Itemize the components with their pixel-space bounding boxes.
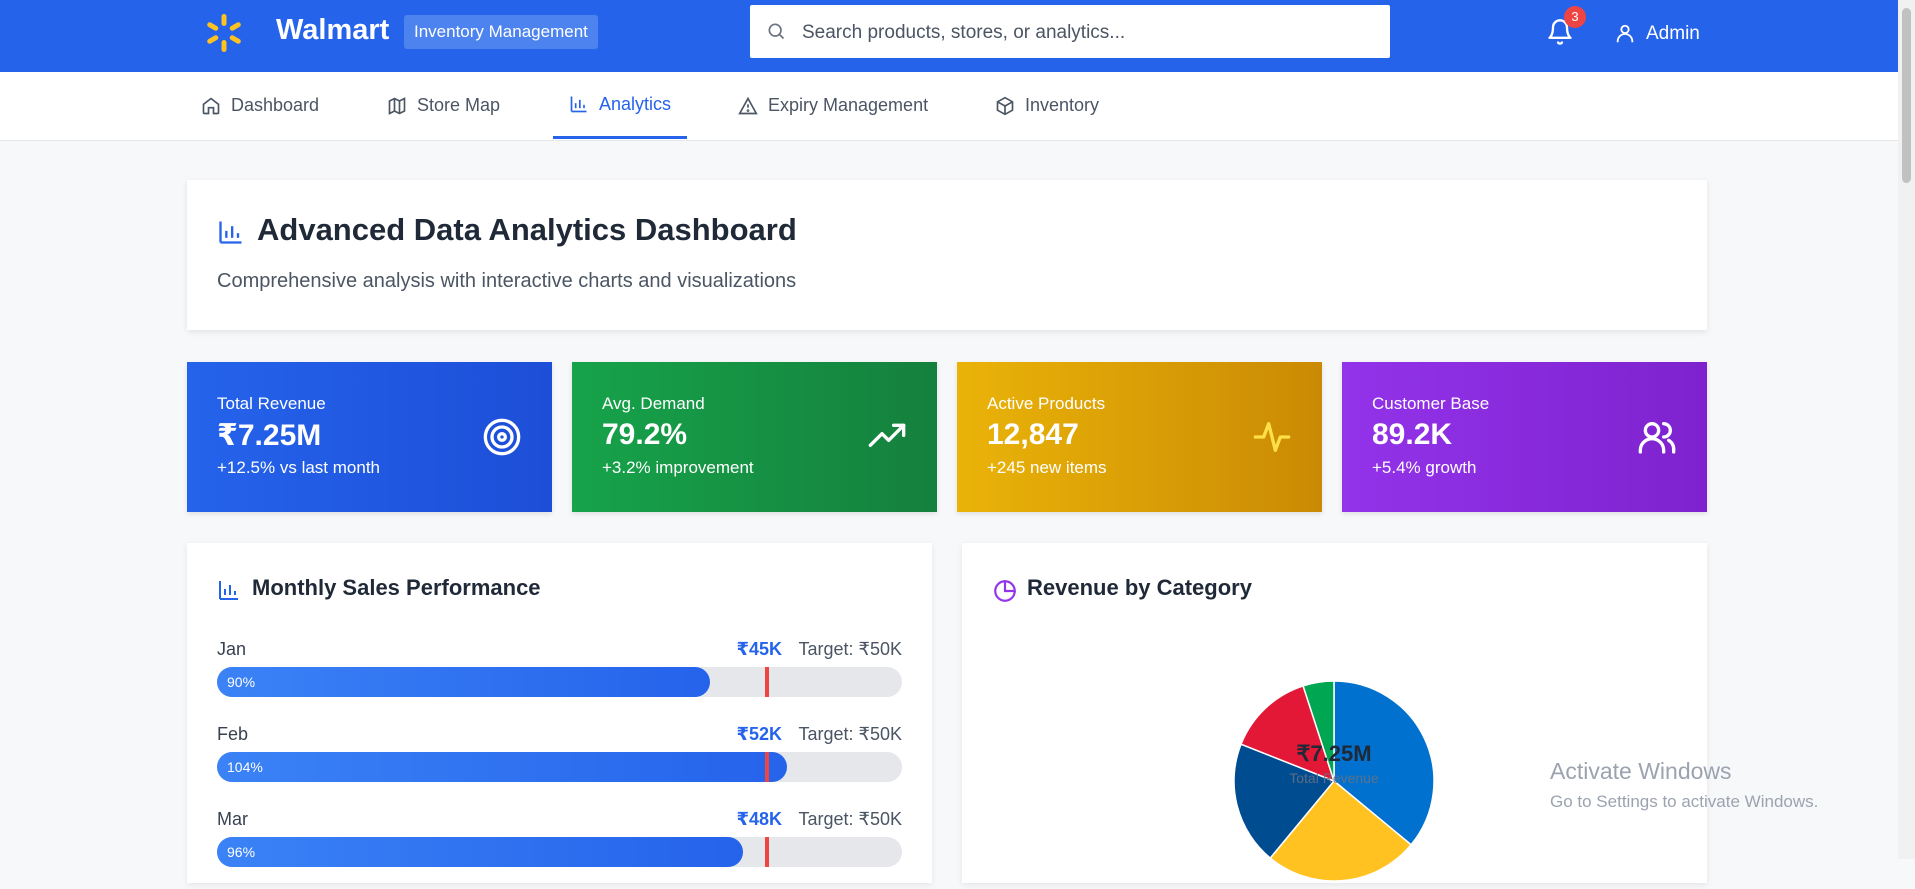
users-icon [1638,422,1676,454]
tab-expiry-management[interactable]: Expiry Management [722,72,944,139]
page-title: Advanced Data Analytics Dashboard [257,212,797,247]
tab-inventory[interactable]: Inventory [979,72,1115,139]
top-header: Walmart Inventory Management 3 Admin [0,0,1898,72]
bar-chart-icon [219,581,238,600]
progress-label: 104% [227,759,263,775]
sales-target: Target: ₹50K [798,724,902,744]
stat-change: +3.2% improvement [602,458,754,477]
search-box[interactable] [750,5,1390,60]
progress-label: 90% [227,674,256,690]
stat-change: +5.4% growth [1372,458,1477,477]
sales-amount: ₹48K [736,809,782,829]
stat-change: +12.5% vs last month [217,458,381,477]
page-scrollbar[interactable] [1898,0,1915,859]
notification-badge: 3 [1564,6,1586,28]
stat-value: ₹7.25M [217,419,322,452]
tab-label: Inventory [1025,95,1100,115]
panel-title: Monthly Sales Performance [252,575,541,600]
nav-tabs: Dashboard Store Map Analytics Expiry Man… [0,72,1898,141]
home-icon [202,96,220,114]
sales-row[interactable]: Jan ₹45K Target: ₹50K 90% [217,639,902,719]
tab-label: Store Map [417,95,501,115]
pie-center-label: Total Revenue [1289,770,1379,786]
progress-track: 96% [217,837,902,867]
target-marker [765,667,769,697]
tab-dashboard[interactable]: Dashboard [185,72,335,139]
bar-chart-icon [570,96,587,113]
sales-row[interactable]: Feb ₹52K Target: ₹50K 104% [217,724,902,804]
target-marker [765,837,769,867]
user-menu[interactable]: Admin [1614,19,1700,49]
brand-name[interactable]: Walmart [276,14,389,47]
progress-label: 96% [227,844,256,860]
month-label: Jan [217,639,247,659]
sales-row[interactable]: Mar ₹48K Target: ₹50K 96% [217,809,902,889]
stat-label: Avg. Demand [602,394,705,413]
search-input[interactable] [800,5,1374,60]
user-name: Admin [1646,23,1700,44]
page-subtitle: Comprehensive analysis with interactive … [217,270,797,292]
revenue-pie-chart[interactable]: ₹7.25M Total Revenue [962,543,1707,883]
trending-up-icon [868,423,906,447]
activity-icon [1253,422,1291,452]
sales-amount: ₹45K [736,639,782,659]
user-icon [1616,24,1634,43]
pie-center-value: ₹7.25M [1296,741,1371,766]
month-label: Mar [217,809,248,829]
bar-chart-icon [219,221,242,244]
sales-target: Target: ₹50K [798,639,902,659]
stat-card-products[interactable]: Active Products 12,847 +245 new items [957,362,1322,512]
target-icon [483,418,521,456]
walmart-spark-icon[interactable] [203,12,245,54]
stat-card-demand[interactable]: Avg. Demand 79.2% +3.2% improvement [572,362,937,512]
stat-value: 79.2% [602,418,688,451]
stat-label: Active Products [987,394,1106,413]
windows-watermark-subtitle: Go to Settings to activate Windows. [1550,792,1819,811]
progress-fill: 90% [217,667,710,697]
tab-label: Dashboard [231,95,320,115]
month-label: Feb [217,724,249,744]
stat-label: Customer Base [1372,394,1490,413]
progress-fill: 104% [217,752,787,782]
tab-label: Expiry Management [768,95,929,115]
revenue-category-panel: Revenue by Category ₹7.25M Total Revenue [962,543,1707,883]
sales-target: Target: ₹50K [798,809,902,829]
app-badge: Inventory Management [404,15,598,49]
stat-change: +245 new items [987,458,1107,477]
progress-track: 104% [217,752,902,782]
sales-amount: ₹52K [736,724,782,744]
stat-value: 12,847 [987,418,1079,451]
scrollbar-thumb[interactable] [1902,8,1911,183]
sales-performance-panel: Monthly Sales Performance Jan ₹45K Targe… [187,543,932,883]
stat-value: 89.2K [1372,418,1453,451]
stat-card-customers[interactable]: Customer Base 89.2K +5.4% growth [1342,362,1707,512]
tab-label: Analytics [599,93,672,114]
page-header-card: Advanced Data Analytics Dashboard Compre… [187,180,1707,330]
stat-label: Total Revenue [217,394,326,413]
progress-fill: 96% [217,837,743,867]
box-icon [996,96,1014,115]
search-icon [768,23,785,40]
stat-card-revenue[interactable]: Total Revenue ₹7.25M +12.5% vs last mont… [187,362,552,512]
tab-store-map[interactable]: Store Map [371,72,516,139]
target-marker [765,752,769,782]
warning-icon [738,96,758,114]
progress-track: 90% [217,667,902,697]
map-icon [388,96,406,115]
windows-watermark-title: Activate Windows [1550,758,1732,784]
tab-analytics[interactable]: Analytics [553,72,688,139]
